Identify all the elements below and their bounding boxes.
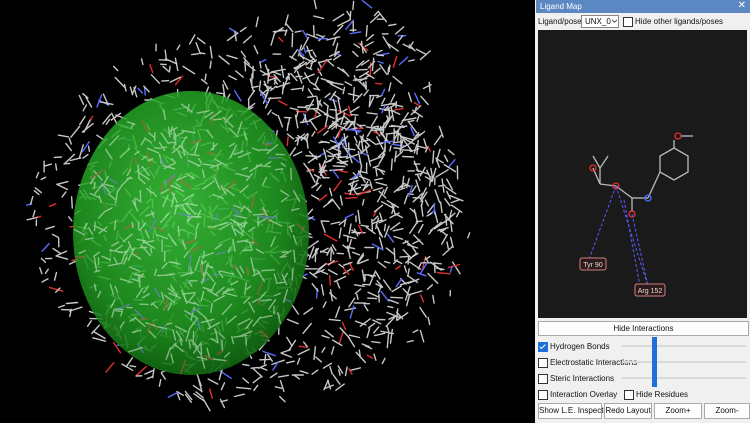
steric-slider[interactable] (622, 369, 746, 387)
pose-select[interactable]: UNX_0 (581, 15, 619, 28)
steric-checkbox[interactable] (538, 374, 548, 384)
molecule-viewer[interactable] (0, 0, 535, 423)
hide-residues-checkbox[interactable] (624, 390, 634, 400)
hydrogen-bonds-checkbox[interactable] (538, 342, 548, 352)
electrostatic-slider[interactable] (622, 353, 746, 371)
hide-others-label: Hide other ligands/poses (635, 17, 724, 26)
panel-title-bar: Ligand Map ✕ (536, 0, 750, 13)
slider-thumb[interactable] (652, 369, 657, 387)
close-icon[interactable]: ✕ (738, 0, 746, 11)
pose-value: UNX_0 (585, 17, 611, 26)
overlay-row: Interaction Overlay Hide Residues (538, 387, 750, 401)
ligand-map-panel: Ligand Map ✕ Ligand/pose: UNX_0 Hide oth… (536, 0, 750, 423)
show-le-inspector-button[interactable]: Show L.E. Inspector (538, 403, 611, 419)
steric-label: Steric Interactions (550, 374, 615, 383)
pose-label: Ligand/pose: (538, 17, 584, 26)
electrostatic-checkbox[interactable] (538, 358, 548, 368)
binding-site-sphere (73, 91, 309, 375)
zoom-in-button[interactable]: Zoom+ (654, 403, 702, 419)
panel-title: Ligand Map (540, 2, 582, 11)
redo-layout-button[interactable]: Redo Layout (604, 403, 652, 419)
residue-label-tyr: Tyr 90 (583, 262, 603, 269)
pose-row: Ligand/pose: UNX_0 Hide other ligands/po… (536, 14, 750, 28)
zoom-out-button[interactable]: Zoom- (704, 403, 750, 419)
interaction-overlay-label: Interaction Overlay (550, 390, 618, 399)
residue-label-arg: Arg 152 (638, 288, 663, 295)
bottom-button-row: Show L.E. Inspector Redo Layout Zoom+ Zo… (538, 403, 750, 419)
hide-interactions-button[interactable]: Hide Interactions (538, 321, 749, 336)
hydrogen-bonds-label: Hydrogen Bonds (550, 342, 610, 351)
hide-residues-label: Hide Residues (636, 390, 689, 399)
interaction-overlay-checkbox[interactable] (538, 390, 548, 400)
chevron-down-icon (612, 19, 617, 23)
hydrogen-bonds-slider[interactable] (622, 337, 746, 355)
ligand-diagram: Tyr 90 Arg 152 (579, 132, 693, 297)
protein-structure (26, 0, 471, 412)
ligand-2d-map[interactable]: Tyr 90 Arg 152 (538, 30, 747, 318)
hide-others-checkbox[interactable] (623, 17, 633, 27)
